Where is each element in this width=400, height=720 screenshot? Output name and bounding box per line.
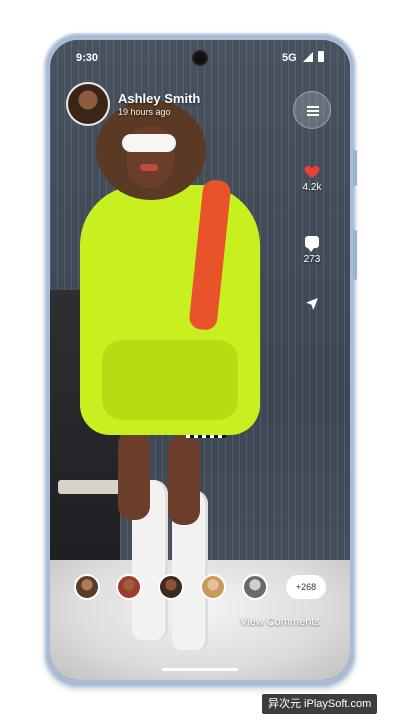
menu-button[interactable]	[293, 91, 331, 129]
author-name[interactable]: Ashley Smith	[118, 91, 200, 106]
viewer-avatar[interactable]	[158, 574, 184, 600]
menu-icon	[307, 106, 319, 108]
more-viewers-button[interactable]: +268	[286, 575, 326, 599]
comment-button[interactable]: 273	[294, 236, 330, 265]
battery-icon	[318, 51, 324, 62]
leg-left	[118, 430, 150, 520]
status-time: 9:30	[76, 52, 99, 64]
lips	[140, 164, 158, 171]
front-camera	[194, 52, 206, 64]
power-button	[353, 230, 357, 280]
viewer-avatar[interactable]	[116, 574, 142, 600]
like-count: 4.2k	[302, 182, 322, 193]
menu-icon-line	[307, 110, 319, 112]
viewer-avatar[interactable]	[74, 574, 100, 600]
volume-button	[353, 150, 357, 186]
comment-count: 273	[303, 254, 321, 265]
white-sunglasses	[122, 134, 176, 152]
watermark: 异次元 iPlaySoft.com	[262, 694, 378, 714]
comment-icon	[305, 236, 319, 252]
signal-icon	[303, 52, 313, 62]
home-indicator[interactable]	[162, 668, 238, 671]
like-button[interactable]: 4.2k	[294, 162, 330, 193]
status-bar: 9:30 5G	[50, 44, 350, 72]
leg-right	[168, 435, 200, 525]
viewer-avatar[interactable]	[200, 574, 226, 600]
share-button[interactable]	[294, 296, 330, 312]
hoodie-pocket	[102, 340, 238, 420]
post-time: 19 hours ago	[118, 107, 171, 117]
network-label: 5G	[282, 52, 297, 64]
menu-icon-line	[307, 114, 319, 116]
viewer-avatar[interactable]	[242, 574, 268, 600]
heart-icon	[304, 165, 320, 178]
send-icon	[306, 298, 318, 310]
author-avatar[interactable]	[66, 82, 110, 126]
view-comments-link[interactable]: View Comments	[240, 616, 320, 628]
